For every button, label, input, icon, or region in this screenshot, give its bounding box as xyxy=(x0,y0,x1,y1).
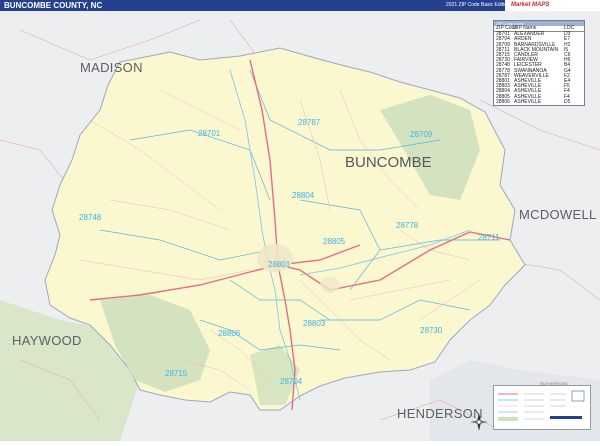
map-title: BUNCOMBE COUNTY, NC xyxy=(4,1,103,10)
legend-rows: 28701 ALEXANDER D3 28704 ARDEN E7 28709 BARNARD… xyxy=(494,31,584,105)
brand-logo: Market MAPS xyxy=(505,0,600,11)
map-key-box xyxy=(493,385,591,430)
label-buncombe: BUNCOMBE xyxy=(345,154,432,171)
zip-28730: 28730 xyxy=(420,326,443,335)
zip-28748: 28748 xyxy=(79,213,102,222)
zip-28787: 28787 xyxy=(298,118,321,127)
zip-28711: 28711 xyxy=(478,233,500,242)
zip-28704: 28704 xyxy=(280,377,303,386)
compass-rose-icon xyxy=(470,413,488,431)
logo-mark: Market MAPS xyxy=(511,2,550,8)
zip-28715: 28715 xyxy=(165,369,188,378)
label-haywood: HAYWOOD xyxy=(12,333,82,348)
zip-28803: 28803 xyxy=(303,319,326,328)
zip-28801: 28801 xyxy=(268,260,291,269)
zip-28806: 28806 xyxy=(218,329,241,338)
legend-row: 28806 ASHEVILLE D5 xyxy=(494,98,584,105)
zip-28701: 28701 xyxy=(198,129,221,138)
zip-28805: 28805 xyxy=(323,237,346,246)
zip-28778: 28778 xyxy=(396,221,419,230)
zip-28804: 28804 xyxy=(292,191,315,200)
zip-28709: 28709 xyxy=(410,130,433,139)
legend-loc: D5 xyxy=(564,98,571,105)
title-bar: BUNCOMBE COUNTY, NC 2021 ZIP Code Basic … xyxy=(0,0,600,11)
zip-index-legend: ZIP Code Index ZIP Code ZIP Name LOC 287… xyxy=(493,20,585,107)
edition-label: 2021 ZIP Code Basic Edition xyxy=(446,2,510,8)
label-madison: MADISON xyxy=(80,60,143,75)
urban-east xyxy=(320,277,340,293)
map-key-graphic xyxy=(498,390,585,421)
label-mcdowell: MCDOWELL xyxy=(519,207,597,222)
legend-zip-name: ASHEVILLE xyxy=(514,98,542,105)
legend-zip: 28806 xyxy=(496,98,510,105)
